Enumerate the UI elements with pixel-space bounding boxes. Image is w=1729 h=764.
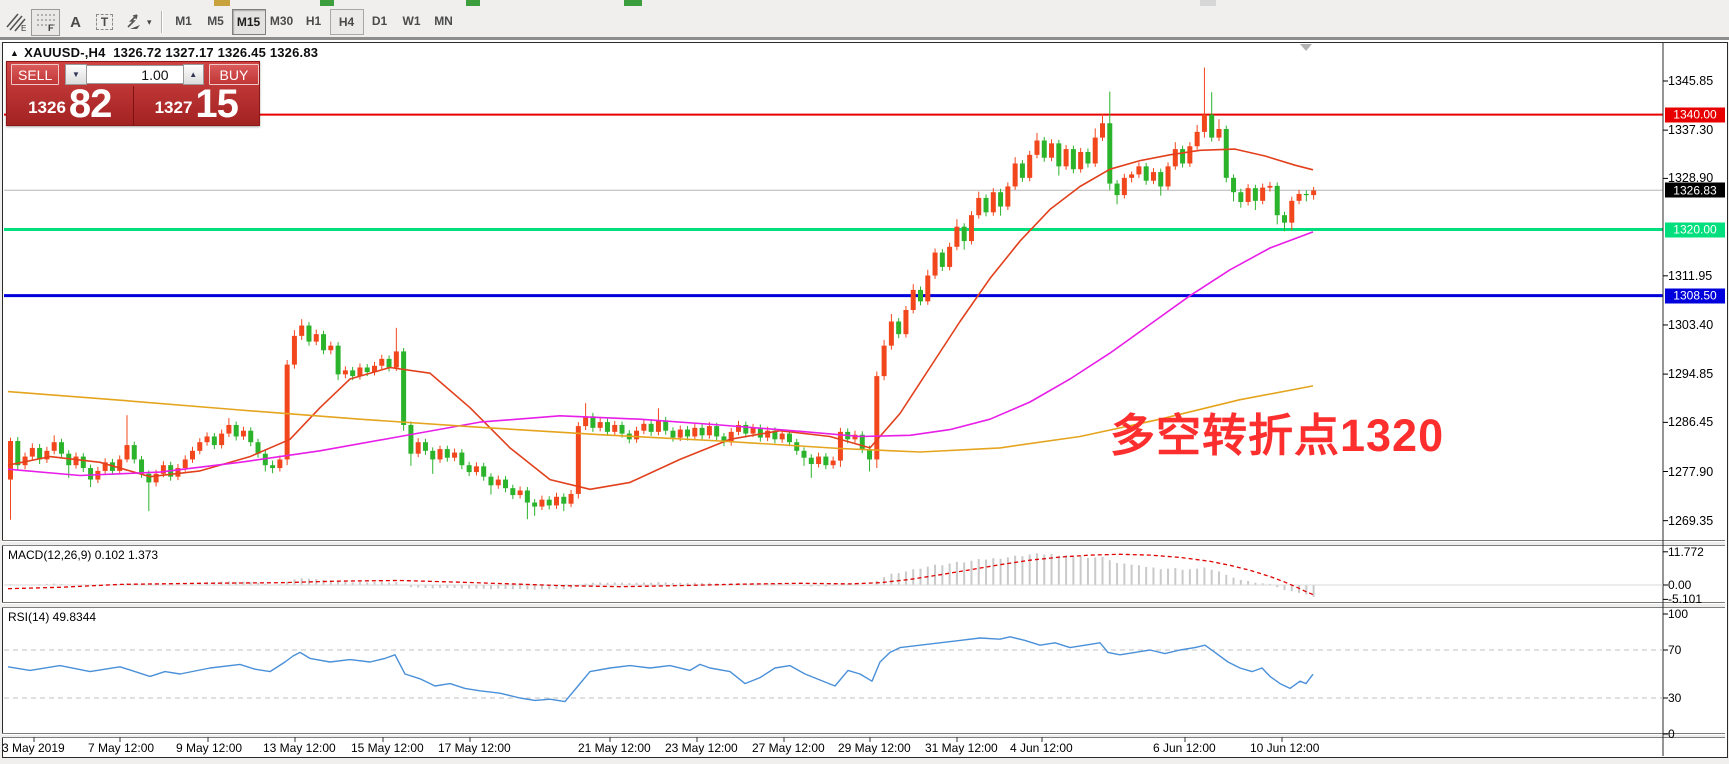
time-axis-label: 6 Jun 12:00 xyxy=(1153,741,1216,755)
timeframe-button-m5[interactable]: M5 xyxy=(200,9,232,33)
price-tick-label: 1277.90 xyxy=(1668,465,1713,479)
cropped-icon-fragment xyxy=(214,0,230,6)
cropped-icon-fragment xyxy=(466,0,480,6)
toolbar-separator xyxy=(161,11,163,33)
svg-text:F: F xyxy=(48,23,54,32)
chart-title: ▲ XAUUSD-,H4 1326.72 1327.17 1326.45 1326… xyxy=(10,45,318,60)
text-label-icon[interactable]: A xyxy=(62,10,89,35)
time-axis-label: 15 May 12:00 xyxy=(351,741,424,755)
price-tick-label: 1311.95 xyxy=(1668,269,1712,283)
time-axis-label: 31 May 12:00 xyxy=(925,741,998,755)
ask-price-main: 1327 xyxy=(155,98,193,118)
price-tick-label: 1345.85 xyxy=(1668,74,1713,88)
toolbar: E F A T ▾ M1M5M15M30H1H4D1W1MN xyxy=(2,8,460,36)
time-axis-label: 29 May 12:00 xyxy=(838,741,911,755)
time-axis-label: 23 May 12:00 xyxy=(665,741,738,755)
timeframe-buttons: M1M5M15M30H1H4D1W1MN xyxy=(168,9,460,35)
rsi-label: RSI(14) 49.8344 xyxy=(8,610,96,624)
price-tick-label: 1337.30 xyxy=(1668,123,1713,137)
chart-shift-marker-icon[interactable] xyxy=(1300,44,1312,51)
time-axis-label: 17 May 12:00 xyxy=(438,741,511,755)
fibonacci-retracement-icon[interactable]: F xyxy=(31,9,60,36)
chart-annotation-text: 多空转折点1320 xyxy=(1110,399,1444,464)
timeframe-button-d1[interactable]: D1 xyxy=(364,9,396,33)
time-axis-label: 7 May 12:00 xyxy=(88,741,154,755)
pane-splitter-rsi[interactable] xyxy=(2,602,1725,608)
symbol-period: XAUUSD-,H4 xyxy=(24,45,105,60)
time-axis-label: 4 Jun 12:00 xyxy=(1010,741,1073,755)
time-axis-label: 9 May 12:00 xyxy=(176,741,242,755)
price-level-badge: 1308.50 xyxy=(1665,288,1725,303)
macd-axis-label: -5.101 xyxy=(1668,592,1702,606)
bid-price-main: 1326 xyxy=(28,98,66,118)
cropped-icon-fragment xyxy=(1200,0,1216,6)
sell-button[interactable]: SELL xyxy=(11,64,59,85)
price-tick-label: 1303.40 xyxy=(1668,318,1713,332)
ohlc-readout: 1326.72 1327.17 1326.45 1326.83 xyxy=(113,45,318,60)
pane-splitter-macd[interactable] xyxy=(2,540,1725,546)
macd-axis-label: 0.00 xyxy=(1668,578,1691,592)
timeframe-button-m30[interactable]: M30 xyxy=(266,9,298,33)
chart-window[interactable] xyxy=(2,42,1728,758)
svg-text:E: E xyxy=(21,24,26,32)
rsi-axis-label: 0 xyxy=(1668,727,1675,741)
timeframe-button-m15[interactable]: M15 xyxy=(232,9,266,35)
price-tick-label: 1294.85 xyxy=(1668,367,1713,381)
price-tick-label: 1269.35 xyxy=(1668,514,1713,528)
time-axis-label: 27 May 12:00 xyxy=(752,741,825,755)
timeframe-button-w1[interactable]: W1 xyxy=(396,9,428,33)
time-axis-label: 13 May 12:00 xyxy=(263,741,336,755)
macd-label: MACD(12,26,9) 0.102 1.373 xyxy=(8,548,158,562)
rsi-axis-label: 100 xyxy=(1668,607,1688,621)
rsi-axis-label: 70 xyxy=(1668,643,1681,657)
one-click-trading-panel: SELL ▼ ▲ BUY 1326 82 1327 15 xyxy=(6,61,260,126)
bid-price[interactable]: 1326 82 xyxy=(7,86,134,125)
time-axis-label: 10 Jun 12:00 xyxy=(1250,741,1319,755)
price-level-badge: 1326.83 xyxy=(1665,183,1725,198)
timeframe-button-mn[interactable]: MN xyxy=(428,9,460,33)
price-level-badge: 1320.00 xyxy=(1665,222,1725,237)
ask-price-pips: 15 xyxy=(195,85,238,123)
text-box-icon[interactable]: T xyxy=(91,10,118,35)
timeframe-button-h4[interactable]: H4 xyxy=(330,9,364,35)
rsi-axis-label: 30 xyxy=(1668,691,1681,705)
time-axis-label: 3 May 2019 xyxy=(2,741,65,755)
cropped-icon-fragment xyxy=(624,0,642,6)
collapse-arrow-icon[interactable]: ▲ xyxy=(10,48,19,58)
time-axis-label: 21 May 12:00 xyxy=(578,741,651,755)
pane-splitter-timeaxis xyxy=(2,733,1725,738)
cropped-toolbar-row xyxy=(0,0,1729,7)
price-tick-label: 1286.45 xyxy=(1668,415,1713,429)
timeframe-button-m1[interactable]: M1 xyxy=(168,9,200,33)
bid-price-pips: 82 xyxy=(69,85,112,123)
chevron-down-icon[interactable]: ▾ xyxy=(147,17,152,28)
ask-price[interactable]: 1327 15 xyxy=(134,86,260,125)
cropped-icon-fragment xyxy=(320,0,334,6)
timeframe-button-h1[interactable]: H1 xyxy=(298,9,330,33)
arrows-icon[interactable] xyxy=(120,10,147,35)
equidistant-channel-icon[interactable]: E xyxy=(2,10,29,35)
macd-axis-label: 11.772 xyxy=(1668,545,1704,559)
price-level-badge: 1340.00 xyxy=(1665,107,1725,122)
